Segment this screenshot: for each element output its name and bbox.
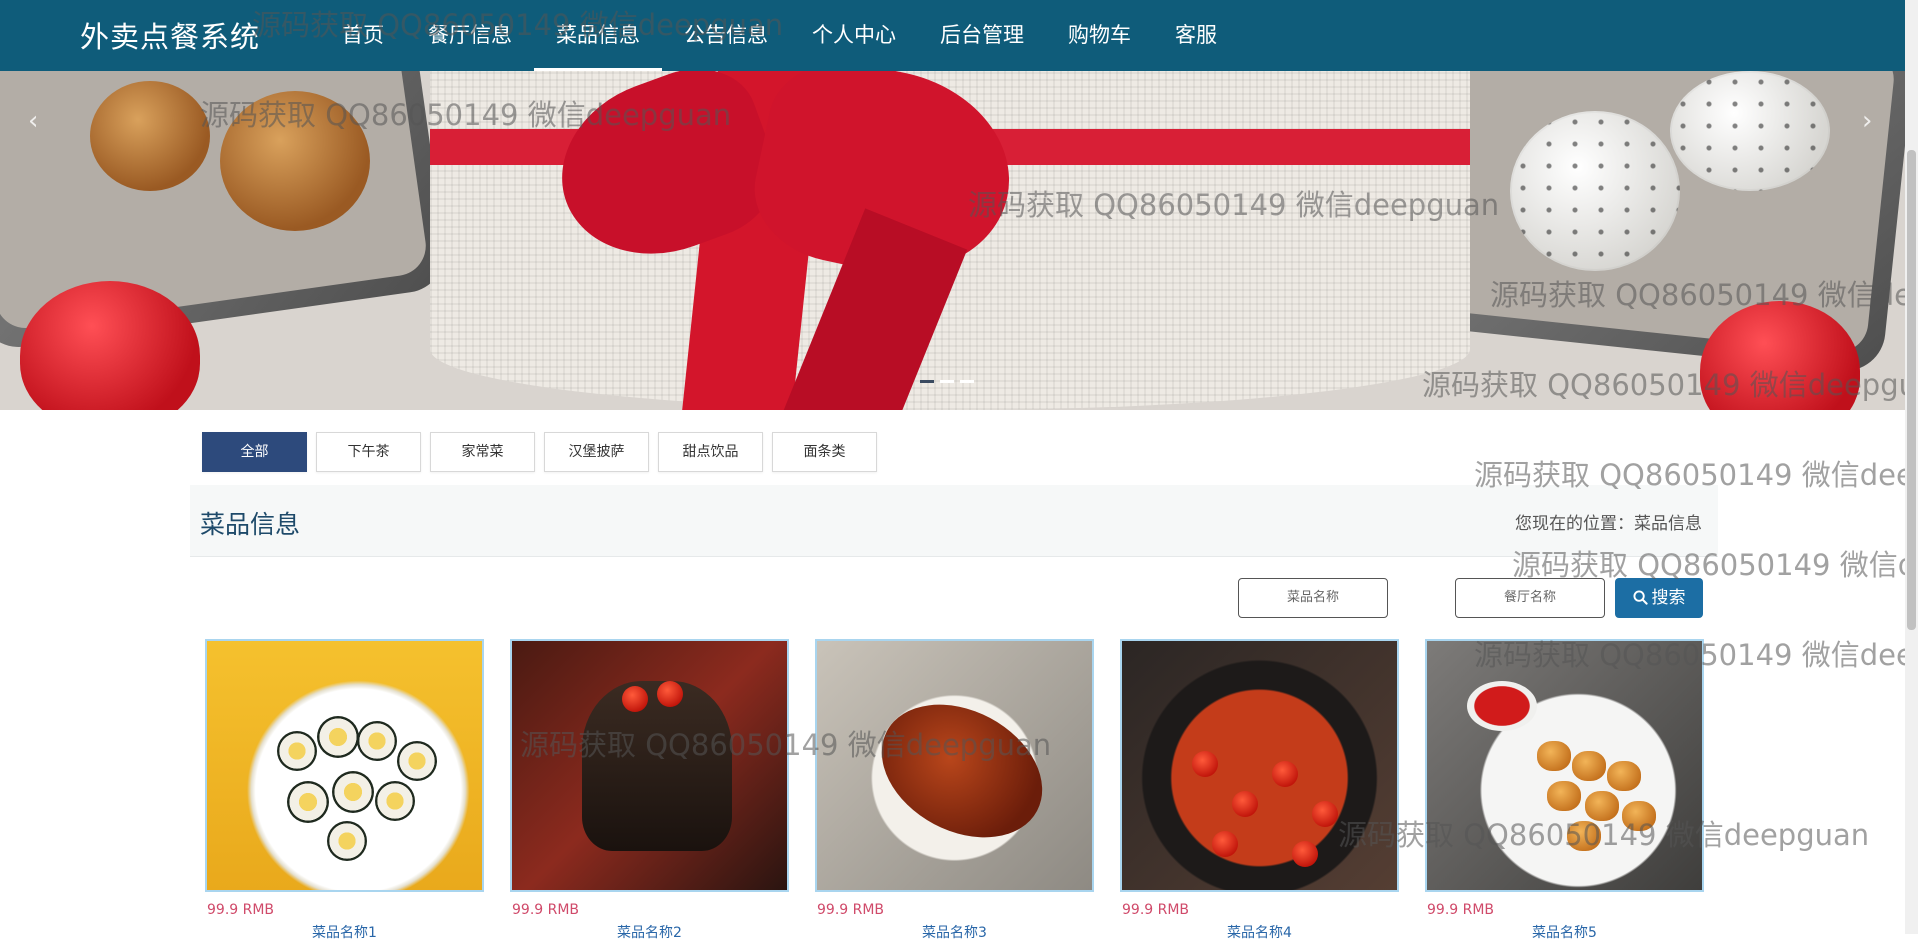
product-price: 99.9 RMB xyxy=(1427,902,1495,918)
category-tab-dessert-drinks[interactable]: 甜点饮品 xyxy=(658,432,763,472)
banner-truffle-white xyxy=(1670,71,1830,191)
category-tab-all[interactable]: 全部 xyxy=(202,432,307,472)
product-name[interactable]: 菜品名称2 xyxy=(510,922,789,942)
product-price: 99.9 RMB xyxy=(817,902,885,918)
chevron-left-icon[interactable]: ‹ xyxy=(28,106,38,136)
nav-item-restaurants[interactable]: 餐厅信息 xyxy=(406,0,534,71)
product-card[interactable]: 99.9 RMB 菜品名称2 xyxy=(510,639,789,942)
banner-truffle xyxy=(90,81,210,191)
product-card[interactable]: 99.9 RMB 菜品名称4 xyxy=(1120,639,1399,942)
product-price: 99.9 RMB xyxy=(207,902,275,918)
product-image[interactable] xyxy=(1120,639,1399,892)
banner-truffle xyxy=(220,91,370,231)
banner-truffle-white xyxy=(1510,111,1680,271)
category-tab-noodles[interactable]: 面条类 xyxy=(772,432,877,472)
category-tab-afternoon-tea[interactable]: 下午茶 xyxy=(316,432,421,472)
dish-name-search-input[interactable]: 菜品名称 xyxy=(1238,578,1388,618)
product-card[interactable]: 99.9 RMB 菜品名称5 xyxy=(1425,639,1704,942)
nav-item-personal-center[interactable]: 个人中心 xyxy=(790,0,918,71)
category-tab-burger-pizza[interactable]: 汉堡披萨 xyxy=(544,432,649,472)
restaurant-name-search-input[interactable]: 餐厅名称 xyxy=(1455,578,1605,618)
nav-menu: 首页 餐厅信息 菜品信息 公告信息 个人中心 后台管理 购物车 客服 xyxy=(320,0,1239,71)
category-tab-home-cooking[interactable]: 家常菜 xyxy=(430,432,535,472)
product-name[interactable]: 菜品名称3 xyxy=(815,922,1094,942)
chevron-right-icon[interactable]: › xyxy=(1862,106,1872,136)
section-header: 菜品信息 您现在的位置：菜品信息 xyxy=(190,485,1718,557)
nav-item-support[interactable]: 客服 xyxy=(1153,0,1239,71)
product-price: 99.9 RMB xyxy=(1122,902,1190,918)
product-image[interactable] xyxy=(1425,639,1704,892)
category-tabs: 全部 下午茶 家常菜 汉堡披萨 甜点饮品 面条类 xyxy=(202,432,877,472)
page-scrollbar[interactable] xyxy=(1905,0,1918,934)
top-navbar: 外卖点餐系统 首页 餐厅信息 菜品信息 公告信息 个人中心 后台管理 购物车 客… xyxy=(0,0,1905,71)
product-image[interactable] xyxy=(205,639,484,892)
product-name[interactable]: 菜品名称5 xyxy=(1425,922,1704,942)
search-button-label: 搜索 xyxy=(1651,588,1686,608)
carousel-indicator[interactable] xyxy=(920,380,934,383)
nav-item-dishes[interactable]: 菜品信息 xyxy=(534,0,662,71)
product-name[interactable]: 菜品名称4 xyxy=(1120,922,1399,942)
nav-item-admin[interactable]: 后台管理 xyxy=(918,0,1046,71)
page-title: 菜品信息 xyxy=(200,510,301,539)
search-icon xyxy=(1632,590,1648,605)
product-card[interactable]: 99.9 RMB 菜品名称3 xyxy=(815,639,1094,942)
carousel-indicator[interactable] xyxy=(960,380,974,383)
breadcrumb: 您现在的位置：菜品信息 xyxy=(1515,514,1702,534)
product-price: 99.9 RMB xyxy=(512,902,580,918)
nav-item-announcements[interactable]: 公告信息 xyxy=(662,0,790,71)
product-name[interactable]: 菜品名称1 xyxy=(205,922,484,942)
hero-carousel[interactable]: ‹ › xyxy=(0,71,1905,410)
nav-item-cart[interactable]: 购物车 xyxy=(1046,0,1153,71)
carousel-indicator[interactable] xyxy=(940,380,954,383)
product-card[interactable]: 99.9 RMB 菜品名称1 xyxy=(205,639,484,942)
product-image[interactable] xyxy=(815,639,1094,892)
carousel-indicators xyxy=(920,380,974,383)
search-button[interactable]: 搜索 xyxy=(1615,578,1703,618)
scrollbar-thumb[interactable] xyxy=(1907,150,1916,630)
site-brand[interactable]: 外卖点餐系统 xyxy=(80,14,260,56)
product-image[interactable] xyxy=(510,639,789,892)
nav-item-home[interactable]: 首页 xyxy=(320,0,406,71)
